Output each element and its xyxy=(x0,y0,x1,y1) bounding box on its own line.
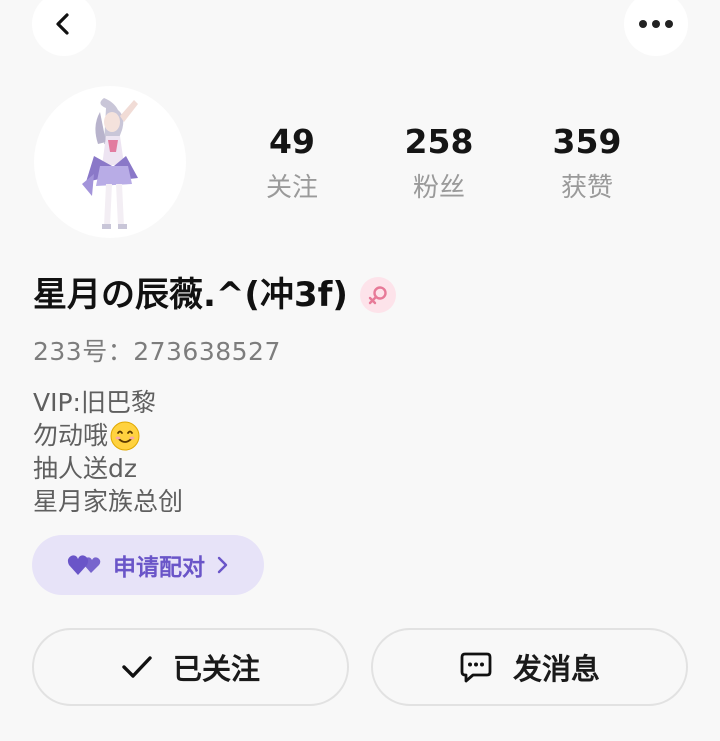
user-id: 233号：273638527 xyxy=(33,336,281,368)
more-horizontal-icon xyxy=(639,20,673,28)
gender-badge xyxy=(359,277,396,313)
bio-line: 勿动哦 xyxy=(33,419,183,452)
more-options-button[interactable] xyxy=(624,0,688,56)
stat-label: 关注 xyxy=(265,173,318,203)
back-button[interactable] xyxy=(32,0,96,56)
stat-value: 359 xyxy=(552,122,622,161)
bio-line: 抽人送dz xyxy=(33,454,137,483)
stat-value: 49 xyxy=(269,122,315,161)
send-message-button[interactable]: 发消息 xyxy=(371,628,688,706)
bio: VIP:旧巴黎 勿动哦 抽人送dz 星月家族总创 xyxy=(33,386,183,518)
anime-character-avatar xyxy=(82,98,138,229)
apply-match-button[interactable]: 申请配对 xyxy=(32,535,264,595)
stat-label: 获赞 xyxy=(560,173,613,203)
send-message-label: 发消息 xyxy=(512,652,600,686)
stat-label: 粉丝 xyxy=(412,173,465,203)
stat-value: 258 xyxy=(404,122,474,161)
chevron-left-icon xyxy=(56,13,69,35)
apply-match-label: 申请配对 xyxy=(113,555,205,581)
followed-button[interactable]: 已关注 xyxy=(32,628,349,706)
followed-label: 已关注 xyxy=(172,652,260,686)
avatar[interactable] xyxy=(34,86,186,238)
nickname: 星月の辰薇.^(冲3f) xyxy=(33,275,348,315)
uid-label: 233号： xyxy=(33,337,134,366)
bio-line: VIP:旧巴黎 xyxy=(33,388,156,417)
chat-bubble-icon xyxy=(460,652,492,683)
uid-value: 273638527 xyxy=(133,337,281,366)
smiling-face-emoji xyxy=(110,421,140,450)
stat-likes[interactable]: 359 获赞 xyxy=(517,120,657,208)
female-icon xyxy=(368,286,387,305)
stat-following[interactable]: 49 关注 xyxy=(222,120,362,208)
check-icon xyxy=(122,656,152,678)
bio-line: 星月家族总创 xyxy=(33,487,184,516)
chevron-right-icon xyxy=(217,556,228,574)
stat-followers[interactable]: 258 粉丝 xyxy=(369,120,509,208)
hearts-icon xyxy=(67,555,101,575)
name-row: 星月の辰薇.^(冲3f) xyxy=(33,272,396,318)
